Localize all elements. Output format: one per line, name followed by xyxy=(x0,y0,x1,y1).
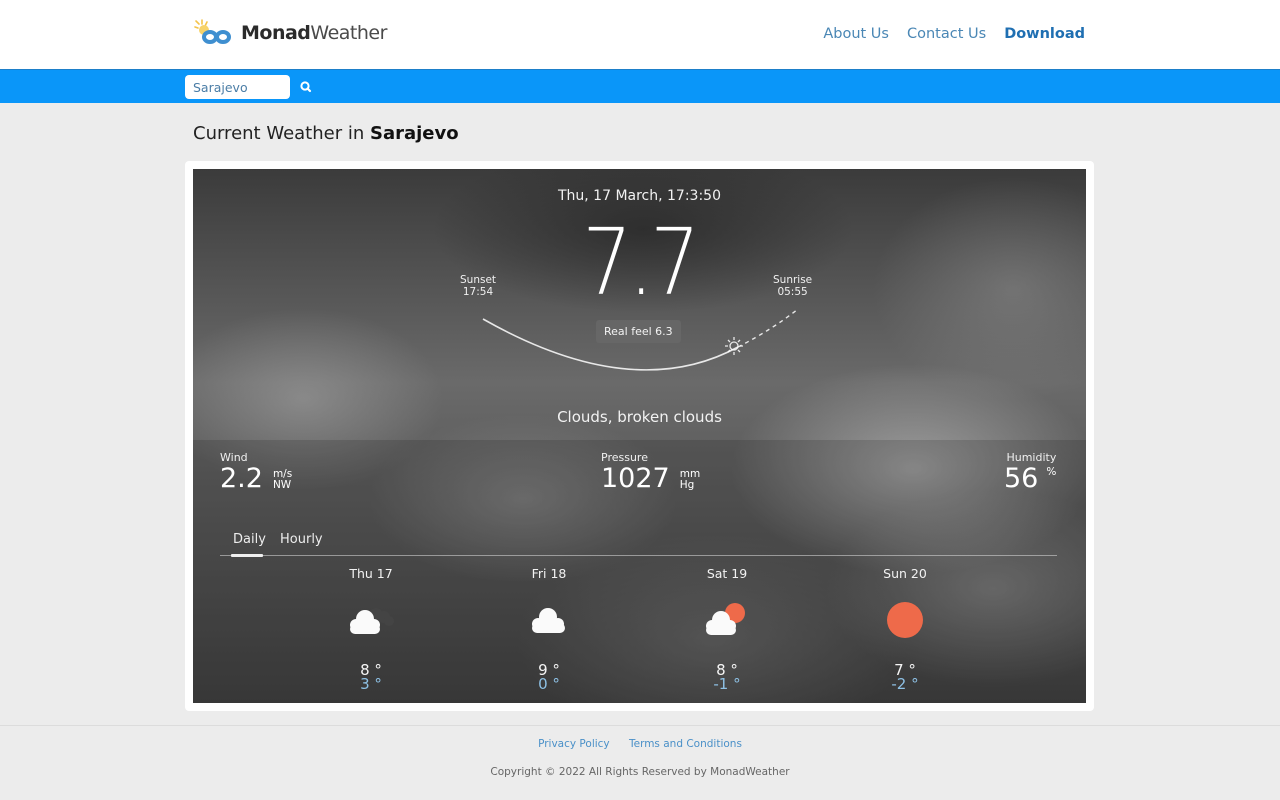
search-button[interactable] xyxy=(297,78,315,96)
forecast-low: 0 ° xyxy=(538,675,560,693)
current-datetime: Thu, 17 March, 17:3:50 xyxy=(557,188,721,204)
page-title-city: Sarajevo xyxy=(369,123,459,144)
humidity-stat: Humidity 56 % xyxy=(1004,451,1056,494)
weather-card: Thu, 17 March, 17:3:50 7.7 Sunset 17:54 … xyxy=(185,161,1094,711)
tab-daily[interactable]: Daily xyxy=(233,532,266,547)
logo-text: MonadWeather xyxy=(241,22,387,44)
forecast-day-name: Sat 19 xyxy=(706,566,748,581)
logo-text-bold: Monad xyxy=(241,22,311,44)
tab-hourly[interactable]: Hourly xyxy=(280,532,323,547)
page-title-prefix: Current Weather in xyxy=(193,123,365,144)
main-nav: About Us Contact Us Download xyxy=(823,26,1085,42)
sun-arc-path-remaining xyxy=(737,308,799,348)
weather-description: Clouds, broken clouds xyxy=(557,408,722,426)
footer-divider xyxy=(0,725,1280,726)
pressure-stat: Pressure 1027 mm Hg xyxy=(601,451,700,494)
sunset-label: Sunset xyxy=(460,274,497,286)
sunset-time: 17:54 xyxy=(462,286,494,298)
logo-text-light: Weather xyxy=(310,22,387,44)
cloud-icon xyxy=(532,608,565,633)
real-feel-badge: Real feel 6.3 xyxy=(596,320,681,343)
search-bar xyxy=(0,69,1280,103)
current-temperature: 7.7 xyxy=(582,209,700,316)
site-header: MonadWeather About Us Contact Us Downloa… xyxy=(0,0,1280,69)
privacy-policy-link[interactable]: Privacy Policy xyxy=(538,738,610,750)
copyright-text: Copyright © 2022 All Rights Reserved by … xyxy=(490,766,790,778)
pressure-value: 1027 xyxy=(601,463,670,494)
pressure-unit: mm Hg xyxy=(680,469,700,491)
forecast-low: 3 ° xyxy=(360,675,382,693)
nav-contact-us[interactable]: Contact Us xyxy=(907,26,986,42)
logo-icon xyxy=(194,19,231,44)
footer-links: Privacy Policy Terms and Conditions xyxy=(0,738,1280,750)
sunrise-label: Sunrise xyxy=(773,274,813,286)
humidity-value: 56 xyxy=(1004,463,1039,494)
forecast-tabs: Daily Hourly xyxy=(220,526,1057,557)
sunset-info: Sunset 17:54 xyxy=(460,274,496,298)
sunrise-time: 05:55 xyxy=(777,286,808,298)
logo[interactable]: MonadWeather xyxy=(193,17,387,49)
sunrise-info: Sunrise 05:55 xyxy=(773,274,812,298)
search-icon xyxy=(300,81,312,93)
weather-hero: Thu, 17 March, 17:3:50 7.7 Sunset 17:54 … xyxy=(193,169,1086,703)
forecast-day: Sun 20 7 ° -2 ° xyxy=(855,566,955,693)
forecast-day: Fri 18 9 ° 0 ° xyxy=(499,566,599,693)
wind-stat: Wind 2.2 m/s NW xyxy=(220,451,292,494)
city-search-input[interactable] xyxy=(185,75,290,99)
nav-download[interactable]: Download xyxy=(1004,26,1085,42)
broken-clouds-icon xyxy=(350,608,394,634)
forecast-low: -2 ° xyxy=(891,675,919,693)
forecast-day-name: Thu 17 xyxy=(349,566,393,581)
forecast-day: Sat 19 8 ° -1 ° xyxy=(677,566,777,693)
partly-cloudy-icon xyxy=(706,603,745,635)
pressure-unit-bottom: Hg xyxy=(679,479,695,491)
wind-value: 2.2 xyxy=(220,463,263,494)
forecast-day-name: Sun 20 xyxy=(883,566,927,581)
forecast-day: Thu 17 8 ° 3 ° xyxy=(321,566,421,693)
sun-icon xyxy=(887,602,923,638)
wind-direction: NW xyxy=(272,479,292,491)
terms-link[interactable]: Terms and Conditions xyxy=(629,738,742,750)
forecast-low: -1 ° xyxy=(713,675,741,693)
active-tab-indicator xyxy=(231,554,263,557)
wind-unit: m/s NW xyxy=(273,469,292,491)
forecast-day-name: Fri 18 xyxy=(531,566,567,581)
page-title: Current Weather in Sarajevo xyxy=(193,123,459,144)
humidity-unit: % xyxy=(1046,466,1057,478)
nav-about-us[interactable]: About Us xyxy=(823,26,889,42)
